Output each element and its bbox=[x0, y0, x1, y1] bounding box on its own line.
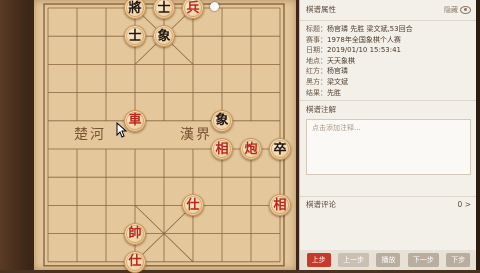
river-label-right: 漢界 bbox=[180, 127, 212, 143]
control-button-3[interactable]: 下一步 bbox=[407, 253, 439, 267]
control-button-0[interactable]: 上步 bbox=[306, 253, 331, 267]
control-button-2[interactable]: 播放 bbox=[376, 253, 401, 267]
property-row: 赛事：1978年全国象棋个人赛 bbox=[306, 35, 471, 46]
river-label-left: 楚河 bbox=[74, 127, 106, 143]
property-value: 杨官璘 bbox=[327, 67, 348, 76]
comments-count: 0 > bbox=[457, 200, 471, 209]
piece-ring bbox=[213, 140, 231, 158]
property-row: 红方：杨官璘 bbox=[306, 66, 471, 77]
notes-title: 棋谱注解 bbox=[306, 105, 336, 115]
property-value: 杨官璘 先胜 梁文斌,53回合 bbox=[327, 25, 413, 33]
piece-black[interactable]: 象 bbox=[211, 109, 233, 132]
property-key: 赛事： bbox=[306, 35, 327, 44]
properties-title: 棋谱属性 bbox=[306, 5, 336, 14]
eye-icon bbox=[460, 6, 471, 14]
window-edge bbox=[476, 0, 480, 270]
piece-red[interactable]: 相 bbox=[211, 138, 233, 160]
hide-button[interactable]: 隐藏 bbox=[444, 0, 471, 20]
chess-board[interactable]: 楚河 漢界 將士兵士象車象相炮卒仕相帥仕 bbox=[34, 0, 296, 273]
piece-ring bbox=[271, 140, 289, 158]
piece-red[interactable]: 仕 bbox=[124, 250, 146, 273]
comments-row[interactable]: 棋谱评论 0 > bbox=[300, 196, 477, 212]
piece-red[interactable]: 帥 bbox=[124, 222, 146, 245]
property-key: 日期： bbox=[306, 46, 327, 55]
comments-title: 棋谱评论 bbox=[306, 200, 336, 209]
board-top-marker bbox=[210, 2, 219, 11]
property-row: 地点：天天象棋 bbox=[306, 56, 471, 67]
piece-ring bbox=[242, 140, 260, 158]
property-key: 标题： bbox=[306, 25, 327, 33]
property-row: 结果：先胜 bbox=[306, 88, 471, 99]
pointer-cursor-icon bbox=[116, 122, 128, 138]
notes-placeholder: 点击添加注释... bbox=[312, 124, 361, 133]
notes-header: 棋谱注解 bbox=[300, 100, 477, 119]
property-value: 1978年全国象棋个人赛 bbox=[327, 35, 401, 44]
property-key: 黑方： bbox=[306, 77, 327, 86]
control-button-1[interactable]: 上一步 bbox=[338, 253, 370, 267]
playback-controls: 上步 上一步 播放 下一步 下步 bbox=[300, 250, 477, 270]
property-row: 黑方：梁文斌 bbox=[306, 77, 471, 88]
piece-ring bbox=[213, 111, 231, 130]
piece-ring bbox=[126, 111, 144, 130]
property-value: 先胜 bbox=[327, 88, 341, 97]
property-row: 标题：杨官璘 先胜 梁文斌,53回合 bbox=[306, 24, 471, 35]
property-row: 日期：2019/01/10 15:53:41 bbox=[306, 45, 471, 56]
piece-ring bbox=[126, 224, 144, 243]
properties-list: 标题：杨官璘 先胜 梁文斌,53回合 赛事：1978年全国象棋个人赛 日期：2019… bbox=[300, 21, 477, 100]
property-key: 地点： bbox=[306, 56, 327, 65]
property-key: 结果： bbox=[306, 88, 327, 97]
hide-label: 隐藏 bbox=[444, 6, 458, 14]
piece-ring bbox=[126, 252, 144, 271]
piece-red[interactable]: 炮 bbox=[240, 138, 262, 160]
property-value: 梁文斌 bbox=[327, 77, 348, 86]
piece-black[interactable]: 卒 bbox=[269, 138, 291, 160]
control-button-4[interactable]: 下步 bbox=[446, 253, 471, 267]
property-value: 2019/01/10 15:53:41 bbox=[327, 46, 402, 55]
side-panel: 棋谱属性 隐藏 标题：杨官璘 先胜 梁文斌,53回合 赛事：1978年全国象棋个人… bbox=[299, 0, 477, 270]
properties-header: 棋谱属性 隐藏 bbox=[300, 0, 477, 21]
property-key: 红方： bbox=[306, 67, 327, 76]
notes-input[interactable]: 点击添加注释... bbox=[306, 119, 471, 176]
property-value: 天天象棋 bbox=[327, 56, 355, 65]
